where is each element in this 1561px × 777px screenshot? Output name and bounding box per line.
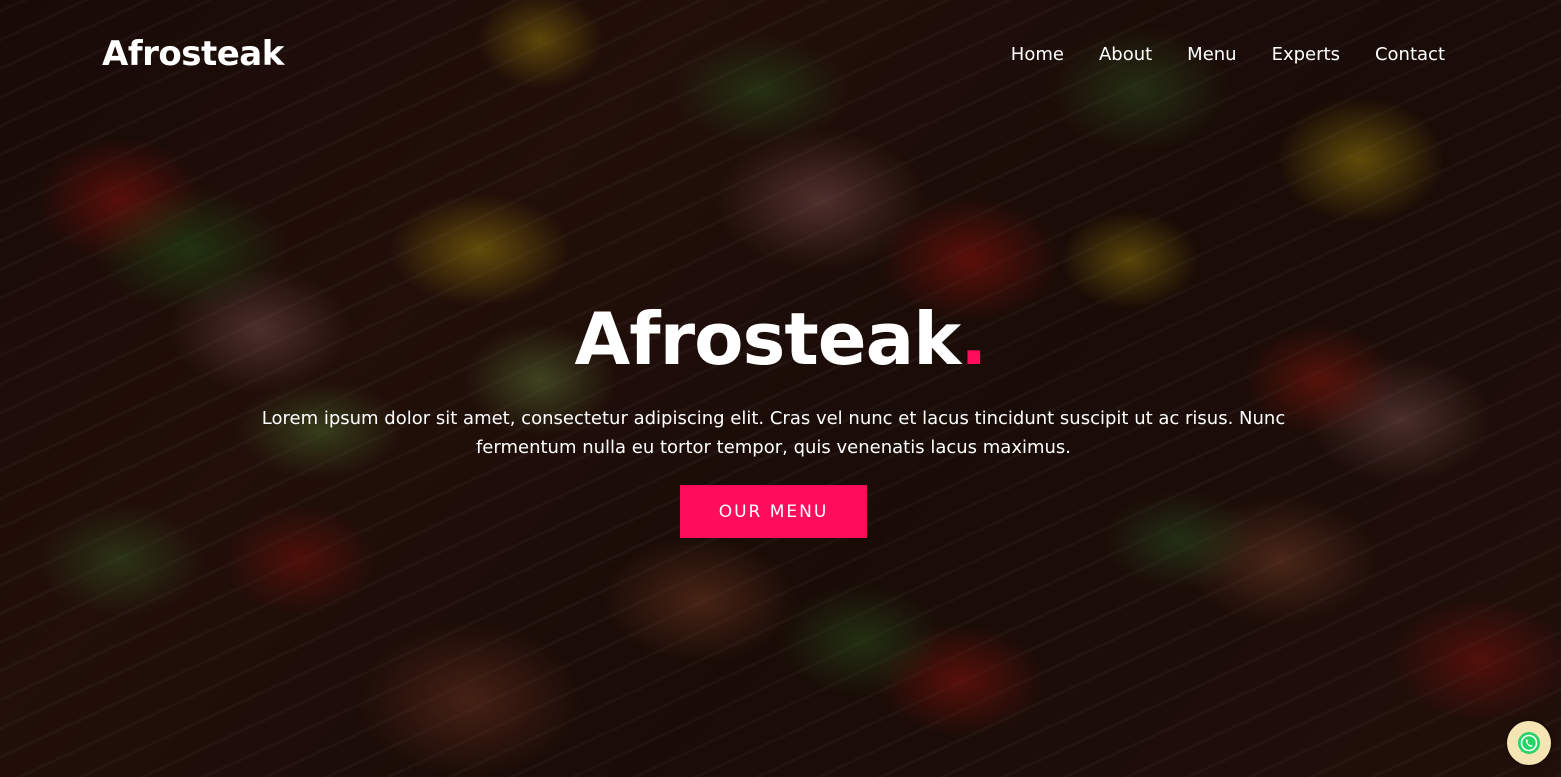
main-nav: Home About Menu Experts Contact — [1011, 44, 1445, 65]
nav-link-about[interactable]: About — [1099, 44, 1152, 65]
nav-item-contact: Contact — [1375, 44, 1445, 65]
brand-logo[interactable]: Afrosteak — [102, 34, 284, 74]
hero-title-dot: . — [960, 297, 987, 381]
hero-background-overlay — [0, 0, 1561, 777]
nav-link-menu[interactable]: Menu — [1187, 44, 1236, 65]
nav-link-experts[interactable]: Experts — [1272, 44, 1340, 65]
nav-item-home: Home — [1011, 44, 1064, 65]
hero-description: Lorem ipsum dolor sit amet, consectetur … — [261, 408, 1286, 458]
hero-section: Afrosteak Home About Menu Experts Contac… — [0, 0, 1561, 777]
nav-item-experts: Experts — [1272, 44, 1340, 65]
nav-link-contact[interactable]: Contact — [1375, 44, 1445, 65]
hero-title: Afrosteak. — [0, 297, 1561, 381]
our-menu-button[interactable]: OUR MENU — [680, 485, 867, 538]
hero-title-text: Afrosteak — [574, 297, 962, 381]
nav-item-menu: Menu — [1187, 44, 1236, 65]
nav-link-home[interactable]: Home — [1011, 44, 1064, 65]
whatsapp-chat-button[interactable] — [1507, 721, 1551, 765]
whatsapp-icon — [1515, 729, 1543, 757]
nav-item-about: About — [1099, 44, 1152, 65]
